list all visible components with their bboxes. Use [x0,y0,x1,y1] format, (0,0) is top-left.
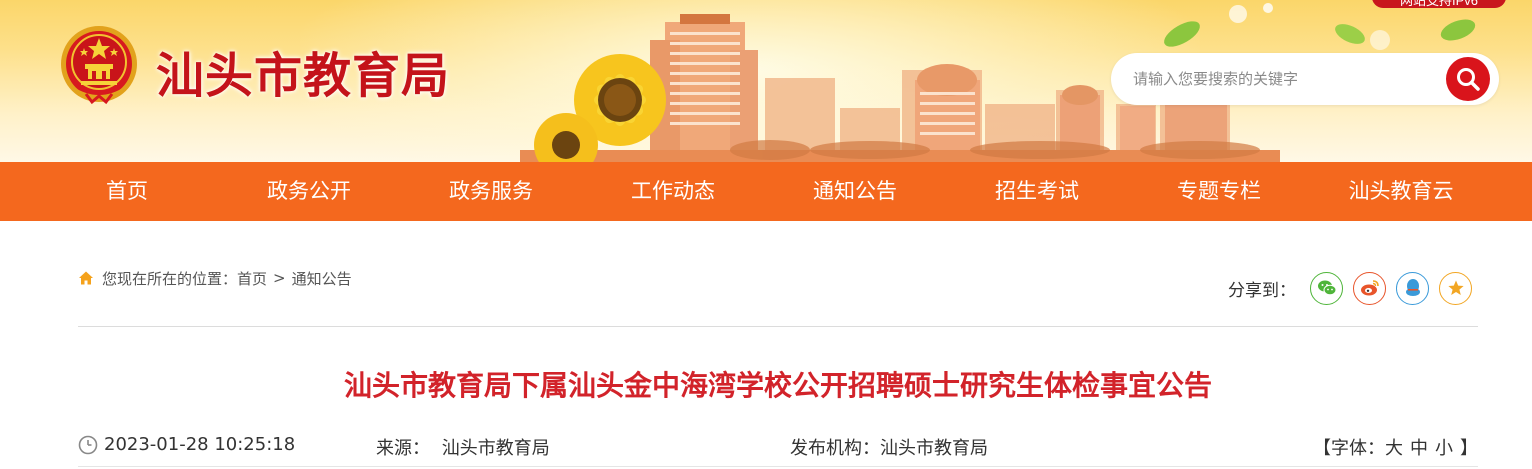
search-box [1111,53,1499,105]
wechat-icon [1317,280,1336,296]
source-value: 汕头市教育局 [441,438,550,459]
qq-icon [1405,279,1420,296]
breadcrumb-prefix: 您现在所在的位置： [102,269,238,288]
ipv6-badge[interactable]: 网站支持IPv6 [1372,0,1506,8]
font-size-large-button[interactable]: 大 [1385,434,1403,460]
clock-icon [78,435,98,454]
nav-item-government-services[interactable]: 政务服务 [400,162,582,221]
article-org: 发布机构：汕头市教育局 [790,434,988,460]
nav-item-government-affairs[interactable]: 政务公开 [218,162,400,221]
meta-divider [78,466,1478,467]
nav-item-education-cloud[interactable]: 汕头教育云 [1310,162,1492,221]
breadcrumb-divider [78,326,1478,327]
share-weibo-button[interactable] [1353,271,1386,305]
breadcrumb-notices-link[interactable]: 通知公告 [292,268,352,289]
publish-time: 2023-01-28 10:25:18 [78,434,295,455]
weibo-icon [1360,280,1379,296]
nav-item-special-topics[interactable]: 专题专栏 [1128,162,1310,221]
share-qq-button[interactable] [1396,271,1429,305]
font-size-medium-button[interactable]: 中 [1410,434,1428,460]
share-bar: 分享到： [1228,270,1482,306]
nav-item-admissions[interactable]: 招生考试 [946,162,1128,221]
org-label: 发布机构： [790,438,880,459]
favorite-star-icon [1447,280,1464,295]
home-icon [79,271,93,285]
font-size-close: 】 [1460,438,1478,459]
font-size-control: 【字体： 大 中 小 】 [1313,434,1478,460]
breadcrumb-separator: > [273,269,286,287]
main-nav: 首页 政务公开 政务服务 工作动态 通知公告 招生考试 专题专栏 汕头教育云 [0,162,1532,221]
breadcrumb-home-link[interactable]: 首页 [237,268,267,289]
org-value: 汕头市教育局 [880,438,988,459]
nav-item-work-news[interactable]: 工作动态 [582,162,764,221]
nav-item-home[interactable]: 首页 [36,162,218,221]
font-size-open: 【字体： [1313,438,1385,459]
site-title: 汕头市教育局 [156,48,451,104]
share-wechat-button[interactable] [1310,271,1343,305]
breadcrumb: 您现在所在的位置： 首页 > 通知公告 [78,265,352,291]
decorative-leaves [1164,3,1476,50]
search-input[interactable] [1133,66,1433,92]
publish-datetime: 2023-01-28 10:25:18 [104,434,296,455]
article-source: 来源： 汕头市教育局 [376,434,550,460]
search-icon [1457,68,1480,91]
article-title: 汕头市教育局下属汕头金中海湾学校公开招聘硕士研究生体检事宜公告 [343,369,1212,402]
source-label: 来源： [376,438,430,459]
nav-item-notices[interactable]: 通知公告 [764,162,946,221]
article-meta: 2023-01-28 10:25:18 来源： 汕头市教育局 发布机构：汕头市教… [78,432,1478,462]
share-favorite-button[interactable] [1439,271,1472,305]
national-emblem-icon [61,26,137,105]
search-button[interactable] [1446,57,1490,101]
header-banner: 汕头市教育局 网站支持IPv6 请输入您要搜索的关键字 [0,0,1532,162]
share-label: 分享到： [1228,280,1296,301]
font-size-small-button[interactable]: 小 [1435,434,1453,460]
